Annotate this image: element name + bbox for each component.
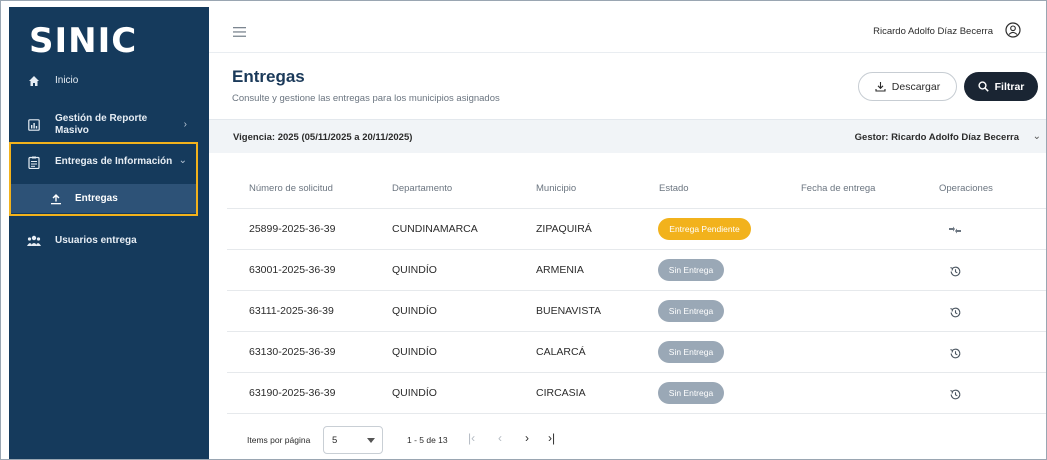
history-icon[interactable] [948, 264, 962, 278]
history-icon[interactable] [948, 346, 962, 360]
items-per-page-label: Items por página [247, 435, 311, 445]
column-header: Departamento [392, 183, 453, 194]
next-page-icon[interactable]: › [525, 431, 529, 445]
user-name: Ricardo Adolfo Díaz Becerra [873, 26, 993, 37]
page-subtitle: Consulte y gestione las entregas para lo… [232, 93, 500, 104]
status-badge: Sin Entrega [658, 382, 724, 404]
status-badge: Entrega Pendiente [658, 218, 751, 240]
sidebar-item-label: Gestión de Reporte Masivo [55, 113, 147, 137]
delivery-icon[interactable] [948, 223, 962, 237]
column-header: Fecha de entrega [801, 183, 876, 194]
departamento-cell: QUINDÍO [392, 346, 437, 358]
highlight-box [9, 142, 198, 216]
table-row[interactable]: 63130-2025-36-39 QUINDÍO CALARCÁ Sin Ent… [227, 332, 1046, 373]
column-header: Municipio [536, 183, 577, 194]
deliveries-table: Número de solicitud Departamento Municip… [227, 167, 1046, 459]
top-bar: Ricardo Adolfo Díaz Becerra [209, 7, 1046, 53]
status-badge: Sin Entrega [658, 341, 724, 363]
page-title: Entregas [232, 67, 305, 86]
status-badge: Sin Entrega [658, 300, 724, 322]
chevron-right-icon: › [183, 119, 187, 130]
departamento-cell: CUNDINAMARCA [392, 223, 478, 235]
table-row[interactable]: 63190-2025-36-39 QUINDÍO CIRCASIA Sin En… [227, 373, 1046, 414]
sidebar-item-label: Usuarios entrega [55, 235, 137, 246]
municipio-cell: CIRCASIA [536, 387, 586, 399]
solicitud-cell: 25899-2025-36-39 [249, 223, 336, 235]
sidebar-item-usuarios-entrega[interactable]: Usuarios entrega [9, 234, 209, 248]
solicitud-cell: 63190-2025-36-39 [249, 387, 336, 399]
prev-page-icon[interactable]: ‹ [498, 431, 502, 445]
search-icon [978, 81, 989, 92]
download-button-label: Descargar [891, 80, 941, 93]
first-page-icon[interactable]: |‹ [468, 431, 475, 445]
departamento-cell: QUINDÍO [392, 387, 437, 399]
app-logo: SINIC [29, 21, 138, 61]
municipio-cell: BUENAVISTA [536, 305, 601, 317]
departamento-cell: QUINDÍO [392, 305, 437, 317]
menu-icon[interactable] [233, 24, 246, 37]
history-icon[interactable] [948, 387, 962, 401]
page-size-select[interactable]: 5 [323, 426, 383, 454]
filter-button-label: Filtrar [994, 80, 1025, 93]
history-icon[interactable] [948, 305, 962, 319]
page-range: 1 - 5 de 13 [407, 435, 448, 445]
sidebar: SINIC Inicio Gestión de Reporte Masivo ›… [9, 7, 209, 459]
table-row[interactable]: 63111-2025-36-39 QUINDÍO BUENAVISTA Sin … [227, 291, 1046, 332]
users-icon [27, 234, 41, 248]
dropdown-arrow-icon [367, 438, 375, 443]
app-window: SINIC Inicio Gestión de Reporte Masivo ›… [0, 0, 1047, 460]
vigencia-bar: Vigencia: 2025 (05/11/2025 a 20/11/2025)… [209, 119, 1046, 153]
chevron-down-icon[interactable]: ⌄ [1033, 131, 1041, 142]
solicitud-cell: 63130-2025-36-39 [249, 346, 336, 358]
table-row[interactable]: 63001-2025-36-39 QUINDÍO ARMENIA Sin Ent… [227, 250, 1046, 291]
table-header: Número de solicitud Departamento Municip… [227, 167, 1046, 209]
home-icon [27, 74, 41, 88]
sidebar-item-label-line2: Masivo [55, 125, 89, 136]
municipio-cell: ZIPAQUIRÁ [536, 223, 592, 235]
last-page-icon[interactable]: ›| [548, 431, 555, 445]
municipio-cell: ARMENIA [536, 264, 584, 276]
sidebar-item-inicio[interactable]: Inicio [9, 73, 209, 89]
gestor-text[interactable]: Gestor: Ricardo Adolfo Díaz Becerra [855, 132, 1019, 143]
status-badge: Sin Entrega [658, 259, 724, 281]
report-icon [27, 118, 41, 132]
solicitud-cell: 63001-2025-36-39 [249, 264, 336, 276]
column-header: Estado [659, 183, 689, 194]
table-row[interactable]: 25899-2025-36-39 CUNDINAMARCA ZIPAQUIRÁ … [227, 209, 1046, 250]
download-button[interactable]: Descargar [858, 72, 957, 101]
filter-button[interactable]: Filtrar [964, 72, 1038, 101]
paginator: Items por página 5 1 - 5 de 13 |‹ ‹ › ›| [227, 418, 1046, 458]
municipio-cell: CALARCÁ [536, 346, 586, 358]
page-size-value: 5 [332, 435, 338, 446]
user-icon[interactable] [1005, 22, 1021, 38]
column-header: Número de solicitud [249, 183, 333, 194]
download-icon [875, 81, 886, 92]
departamento-cell: QUINDÍO [392, 264, 437, 276]
sidebar-item-label: Inicio [55, 75, 79, 86]
sidebar-item-reporte-masivo[interactable]: Gestión de Reporte Masivo › [9, 111, 209, 139]
solicitud-cell: 63111-2025-36-39 [249, 305, 334, 317]
column-header: Operaciones [939, 183, 993, 194]
vigencia-text: Vigencia: 2025 (05/11/2025 a 20/11/2025) [233, 132, 413, 143]
sidebar-item-label-line1: Gestión de Reporte [55, 113, 148, 124]
